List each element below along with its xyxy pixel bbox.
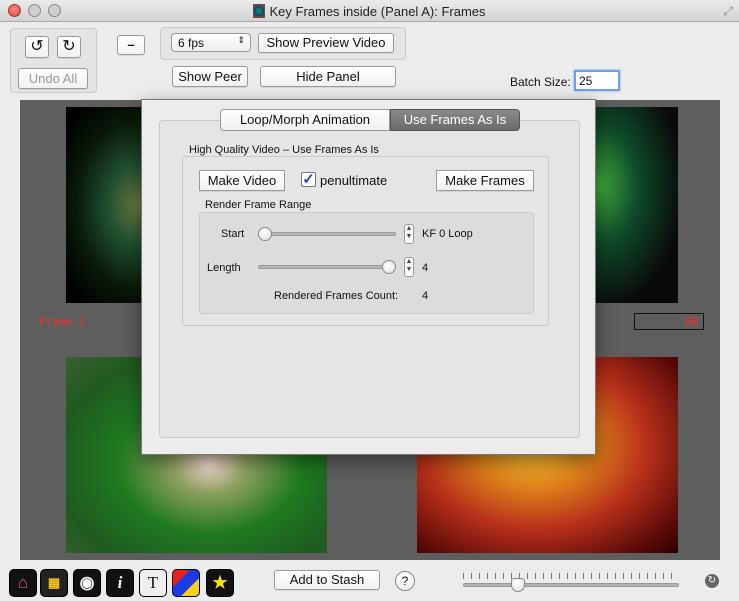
length-slider-knob[interactable]: [382, 260, 396, 274]
start-slider-track[interactable]: [258, 232, 396, 236]
tab-use-frames[interactable]: Use Frames As Is: [390, 109, 520, 131]
start-value: KF 0 Loop: [422, 228, 473, 240]
batch-size-label: Batch Size:: [510, 75, 571, 89]
length-label: Length: [207, 262, 241, 274]
minus-button[interactable]: –: [117, 35, 145, 55]
eye-icon[interactable]: ◉: [73, 569, 101, 597]
color-icon[interactable]: [172, 569, 200, 597]
fps-select[interactable]: 6 fps ⇕: [171, 33, 251, 52]
undo-button[interactable]: ↺: [25, 36, 49, 58]
hide-panel-button[interactable]: Hide Panel: [260, 66, 396, 87]
batch-size-input[interactable]: 25: [574, 70, 620, 91]
frame-label: Frame 1: [39, 315, 86, 328]
window-title-area: Key Frames inside (Panel A): Frames: [0, 4, 739, 19]
fps-value: 6 fps: [178, 36, 205, 50]
zoom-slider-track[interactable]: [463, 583, 679, 587]
penultimate-label: penultimate: [320, 173, 388, 188]
home-icon[interactable]: ⌂: [9, 569, 37, 597]
tab-loop-morph[interactable]: Loop/Morph Animation: [220, 109, 390, 131]
show-peer-button[interactable]: Show Peer: [172, 66, 248, 87]
zoom-slider-knob[interactable]: [511, 578, 526, 592]
length-slider-track[interactable]: [258, 265, 396, 269]
penultimate-checkbox[interactable]: ✓: [301, 172, 316, 187]
info-icon[interactable]: i: [106, 569, 134, 597]
select-arrows-icon: ⇕: [237, 35, 245, 45]
reset-icon[interactable]: ↻: [705, 574, 719, 588]
rendered-count-value: 4: [422, 290, 429, 302]
document-icon: [253, 4, 266, 18]
length-stepper[interactable]: ▲ ▼: [404, 257, 414, 277]
add-to-stash-button[interactable]: Add to Stash: [274, 570, 380, 590]
grid-icon[interactable]: ▦: [40, 569, 68, 597]
undo-all-button[interactable]: Undo All: [18, 68, 88, 89]
title-bar: Key Frames inside (Panel A): Frames ⤢: [0, 0, 739, 22]
start-label: Start: [221, 228, 245, 240]
frame-counter: 80: [634, 313, 704, 330]
make-frames-button[interactable]: Make Frames: [436, 170, 534, 191]
render-options-dialog: Loop/Morph Animation Use Frames As Is Hi…: [141, 99, 596, 455]
make-video-button[interactable]: Make Video: [199, 170, 285, 191]
start-slider-knob[interactable]: [258, 227, 272, 241]
range-title: Render Frame Range: [205, 199, 312, 211]
window-title: Key Frames inside (Panel A): Frames: [269, 4, 486, 19]
show-preview-video-button[interactable]: Show Preview Video: [258, 33, 394, 53]
help-button[interactable]: ?: [395, 571, 415, 591]
redo-icon: ↻: [62, 38, 76, 55]
section-title: High Quality Video – Use Frames As Is: [189, 144, 379, 156]
zoom-slider-ticks: [463, 573, 679, 579]
star-icon[interactable]: ★: [206, 569, 234, 597]
redo-button[interactable]: ↻: [57, 36, 81, 58]
undo-icon: ↺: [30, 38, 44, 55]
fullscreen-icon[interactable]: ⤢: [723, 4, 733, 19]
rendered-count-label: Rendered Frames Count:: [274, 290, 399, 302]
start-stepper[interactable]: ▲ ▼: [404, 224, 414, 244]
text-icon[interactable]: T: [139, 569, 167, 597]
length-value: 4: [422, 262, 429, 274]
